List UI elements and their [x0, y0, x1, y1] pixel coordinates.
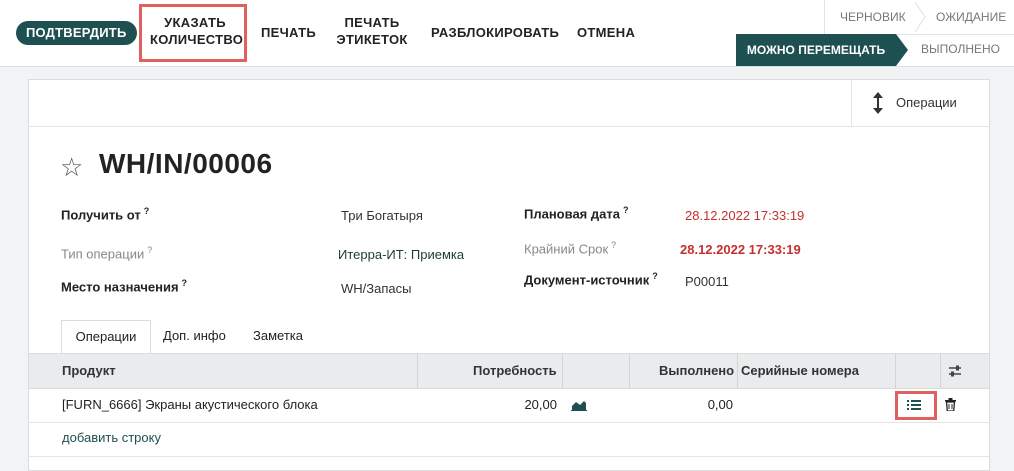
column-divider	[562, 354, 563, 388]
column-header-done[interactable]: Выполнено	[659, 354, 734, 388]
status-active-arrow-icon	[896, 34, 908, 66]
source-document-value[interactable]: P00011	[685, 274, 729, 289]
optional-columns-icon[interactable]	[948, 365, 962, 377]
operations-smart-button[interactable]: Операции	[851, 80, 990, 126]
print-labels-label-line2: ЭТИКЕТОК	[336, 32, 408, 47]
receive-from-value[interactable]: Три Богатыря	[341, 208, 423, 223]
done-quantity-cell[interactable]: 0,00	[639, 388, 733, 422]
column-divider	[737, 354, 738, 388]
print-labels-button[interactable]: ПЕЧАТЬ ЭТИКЕТОК	[334, 14, 410, 48]
help-icon[interactable]: ?	[652, 271, 658, 281]
forecast-chart-icon[interactable]	[571, 399, 587, 411]
scheduled-date-value[interactable]: 28.12.2022 17:33:19	[685, 208, 804, 223]
column-divider	[417, 354, 418, 388]
table-header: Продукт Потребность Выполнено Серийные н…	[29, 353, 989, 389]
scheduled-date-label: Плановая дата?	[524, 205, 629, 222]
status-ready[interactable]: МОЖНО ПЕРЕМЕЩАТЬ	[736, 34, 896, 66]
column-divider	[629, 354, 630, 388]
form-sheet: Операции ☆ WH/IN/00006 Получить от? Три …	[28, 79, 990, 471]
tab-note[interactable]: Заметка	[253, 320, 303, 352]
print-labels-label-line1: ПЕЧАТЬ	[344, 15, 400, 30]
deadline-label: Крайний Срок?	[524, 240, 617, 257]
help-icon[interactable]: ?	[182, 278, 188, 288]
source-document-label: Документ-источник?	[524, 271, 658, 288]
operation-type-label: Тип операции?	[61, 245, 153, 262]
column-header-demand[interactable]: Потребность	[473, 354, 557, 388]
add-line-link[interactable]: добавить строку	[62, 430, 161, 445]
help-icon[interactable]: ?	[144, 206, 150, 216]
highlight-box-set-quantities	[139, 4, 247, 62]
star-icon[interactable]: ☆	[60, 152, 83, 182]
column-header-product[interactable]: Продукт	[62, 354, 116, 388]
help-icon[interactable]: ?	[623, 205, 629, 215]
deadline-value[interactable]: 28.12.2022 17:33:19	[680, 242, 801, 257]
column-divider	[940, 354, 941, 388]
trash-icon[interactable]	[945, 398, 956, 411]
confirm-button[interactable]: ПОДТВЕРДИТЬ	[16, 21, 137, 45]
sheet-button-box: Операции	[29, 80, 989, 127]
destination-value[interactable]: WH/Запасы	[341, 281, 411, 296]
receive-from-label: Получить от?	[61, 206, 150, 223]
highlight-box-detailed-operations	[895, 391, 937, 420]
status-chevron-icon	[914, 2, 926, 32]
unlock-button[interactable]: РАЗБЛОКИРОВАТЬ	[431, 24, 559, 41]
column-header-serials[interactable]: Серийные номера	[741, 354, 859, 388]
control-panel: ПОДТВЕРДИТЬ УКАЗАТЬ КОЛИЧЕСТВО ПЕЧАТЬ ПЕ…	[0, 0, 1014, 67]
help-icon[interactable]: ?	[147, 245, 152, 255]
table-row[interactable]: [FURN_6666] Экраны акустического блока 2…	[29, 388, 989, 423]
demand-cell[interactable]: 20,00	[429, 388, 557, 422]
print-button[interactable]: ПЕЧАТЬ	[261, 24, 316, 41]
operations-button-label: Операции	[896, 95, 957, 110]
product-cell[interactable]: [FURN_6666] Экраны акустического блока	[62, 388, 318, 422]
operation-type-value[interactable]: Итерра-ИТ: Приемка	[338, 247, 464, 262]
status-done[interactable]: ВЫПОЛНЕНО	[921, 42, 1000, 56]
cancel-button[interactable]: ОТМЕНА	[577, 24, 635, 41]
help-icon[interactable]: ?	[611, 240, 616, 250]
notebook-tabs: Операции Доп. инфо Заметка	[29, 320, 989, 354]
column-divider	[895, 354, 896, 388]
tab-additional-info[interactable]: Доп. инфо	[163, 320, 226, 352]
status-draft[interactable]: ЧЕРНОВИК	[840, 10, 906, 24]
sort-arrows-icon	[873, 92, 883, 114]
destination-label: Место назначения?	[61, 278, 188, 295]
tab-operations[interactable]: Операции	[61, 320, 151, 354]
page-title: WH/IN/00006	[99, 148, 273, 179]
status-waiting[interactable]: ОЖИДАНИЕ	[936, 10, 1006, 24]
